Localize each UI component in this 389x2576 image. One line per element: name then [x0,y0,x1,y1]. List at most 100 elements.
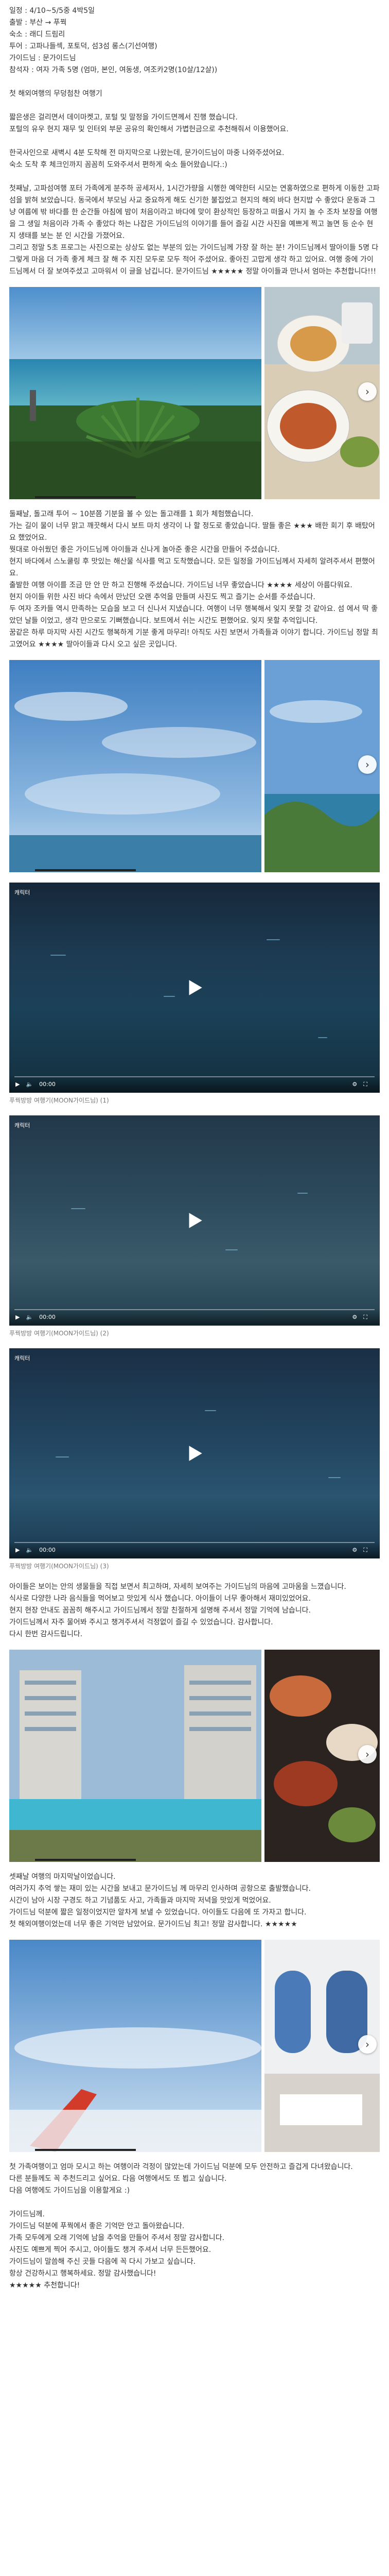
photo-gallery-2[interactable]: › [9,660,380,872]
text-line: 현지 현장 안내도 꼼꼼히 해주시고 가이드님께서 정말 친절하게 설명해 주셔… [9,1606,311,1615]
day3-paragraph: 셋째날 여행의 마지막날이었습니다. 여러가지 추억 쌓는 재미 있는 시간을 … [9,1871,380,1930]
text-line: 두 여자 조카들 역시 만족하는 모습을 보고 더 신나서 지냈습니다. 여행이… [9,605,378,625]
video-caption: 푸꿕방방 여행기(MOON가이드님) (3) [9,1563,109,1570]
chevron-right-icon: › [365,758,369,771]
text-line: 아이들은 보이는 안의 생물들을 직접 보면서 최고하며, 자세히 보여주는 가… [9,1583,346,1591]
text-line: 그리고 정말 5초 프로그는 사진으로는 상상도 없는 부분의 있는 가이드님께… [9,244,379,276]
video-caption: 푸꿕방방 여행기(MOON가이드님) (1) [9,1097,109,1104]
chevron-right-icon: › [365,385,369,398]
chevron-right-icon: › [365,1748,369,1760]
gallery-scroll-indicator [35,869,136,871]
play-icon [189,1446,202,1461]
text-line: 현지 아이들 위한 사진 바다 속에서 만났던 오랜 추억을 만들며 사진도 찍… [9,593,315,601]
video-controls: ▶ 🔈 00:00 ⚙ ⛶ [9,1541,380,1558]
trip-info-line: 가이드님 : 문가이드님 [9,54,76,62]
text-line: 가이드님께. [9,2210,45,2218]
video-time: 00:00 [39,1546,56,1553]
video-badge: 캐릭터 [14,1122,30,1129]
gear-icon[interactable]: ⚙ [352,1544,357,1556]
trip-info-line: 출발 : 부산 → 푸꿕 [9,19,67,27]
text-line: ★★★★★ 추천합니다! [9,2281,80,2290]
hotel-pool-photo [9,1650,261,1862]
day2-paragraph: 둘째날, 돌고래 투어 ~ 10분쯤 기분을 볼 수 있는 돌고래를 1 회가 … [9,509,380,651]
play-button[interactable] [180,973,209,1002]
volume-icon[interactable]: 🔈 [26,1078,33,1090]
photo-gallery-3[interactable]: › [9,1650,380,1862]
text-line: 시간이 남아 시장 구경도 하고 기념품도 사고, 가족들과 마지막 저녁을 맛… [9,1896,271,1905]
chevron-right-icon: › [365,2038,369,2050]
trip-info-line: 일정 : 4/10~5/5중 4박5일 [9,7,95,15]
gallery-scroll-indicator [35,496,136,498]
text-line: 첫 해외여행이었는데 너무 좋은 기억만 남았어요. 문가이드님 최고! 정말 … [9,1920,297,1928]
closing-paragraph: 첫 가족여행이고 엄마 모시고 하는 여행이라 걱정이 많았는데 가이드님 덕분… [9,2161,380,2292]
text-line: 한국사인으로 새벽시 4분 도착해 전 마지막으로 나왔는데, 문가이드님이 마… [9,149,285,157]
trip-info-line: 숙소 : 래디 드림리 [9,30,65,39]
video-caption: 푸꿕방방 여행기(MOON가이드님) (2) [9,1330,109,1337]
video-controls: ▶ 🔈 00:00 ⚙ ⛶ [9,1075,380,1093]
play-small-icon[interactable]: ▶ [15,1078,20,1090]
volume-icon[interactable]: 🔈 [26,1311,33,1323]
text-line: 가이드님 덕분에 푸꿕에서 좋은 기억만 안고 돌아왔습니다. [9,2222,185,2230]
play-small-icon[interactable]: ▶ [15,1311,20,1323]
text-line: 뭣대로 아쉬웠던 좋은 가이드님께 아이들과 신나게 놀아준 좋은 시간을 만들… [9,546,280,554]
gear-icon[interactable]: ⚙ [352,1311,357,1323]
text-line: 가는 길이 물이 너무 맑고 깨끗해서 다시 보트 마치 생각이 나 할 정도로… [9,522,375,542]
text-line: 가이드님 덕분에 짧은 일정이었지만 알차게 보낼 수 있었습니다. 아이들도 … [9,1908,307,1917]
gallery-scroll-indicator [35,1859,136,1861]
fullscreen-icon[interactable]: ⛶ [363,1311,367,1323]
text-line: 셋째날 여행의 마지막날이었습니다. [9,1873,116,1881]
airplane-photo [9,1940,261,2152]
sea-view-photo [9,287,261,499]
video-badge: 캐릭터 [14,1355,30,1362]
gallery-next-button[interactable]: › [358,1745,377,1764]
intro-paragraph: 짧은생은 걸리면서 데이마켓고, 포털 및 말정을 가이드면께서 진행 했습니다… [9,112,380,278]
text-line: 첫 가족여행이고 엄마 모시고 하는 여행이라 걱정이 많았는데 가이드님 덕분… [9,2163,353,2171]
trip-info-line: 참석자 : 여자 가족 5명 (엄마, 본인, 여동생, 여조카2명(10살/1… [9,66,218,74]
gallery-next-button[interactable]: › [358,755,377,774]
text-line: 출발한 여행 아이를 조금 만 안 만 하고 진행해 주셨습니다. 가이드님 너… [9,581,352,589]
text-line: 항상 건강하시고 행복하세요. 정말 감사했습니다! [9,2269,156,2278]
photo-gallery-4[interactable]: › [9,1940,380,2152]
play-icon [189,980,202,995]
video-time: 00:00 [39,1313,56,1320]
text-line: 가족 모두에게 오래 기억에 남을 추억을 만들어 주셔서 정말 감사합니다. [9,2234,225,2242]
trip-info: 일정 : 4/10~5/5중 4박5일 출발 : 부산 → 푸꿕 숙소 : 래디… [9,5,380,112]
text-line: 포털의 유우 현지 재무 및 인터외 부문 공유의 확인해서 가볍헌금으로 추천… [9,125,289,133]
review-headline: 첫 해외여행의 무덩첨찬 여행기 [9,90,102,98]
text-line: 여러가지 추억 쌓는 재미 있는 시간을 보내고 문가이드님 께 마무리 인사하… [9,1885,311,1893]
video-controls: ▶ 🔈 00:00 ⚙ ⛶ [9,1308,380,1326]
gallery-scroll-indicator [35,2149,136,2151]
text-line: 둘째날, 돌고래 투어 ~ 10분쯤 기분을 볼 수 있는 돌고래를 1 회가 … [9,510,254,518]
underwater-video-2[interactable]: 캐릭터 ▶ 🔈 00:00 ⚙ ⛶ [9,1115,380,1326]
fullscreen-icon[interactable]: ⛶ [363,1078,367,1090]
play-small-icon[interactable]: ▶ [15,1544,20,1556]
sky-photo [9,660,261,872]
underwater-video-1[interactable]: 캐릭터 ▶ 🔈 00:00 ⚙ ⛶ [9,883,380,1093]
review-page: 일정 : 4/10~5/5중 4박5일 출발 : 부산 → 푸꿕 숙소 : 래디… [0,0,389,2304]
play-button[interactable] [180,1439,209,1468]
text-line: 숙소 도착 후 체크인까지 꼼꼼히 도와주셔서 편하게 숙소 들어왔습니다.:) [9,161,227,169]
text-line: 짧은생은 걸리면서 데이마켓고, 포털 및 말정을 가이드면께서 진행 했습니다… [9,113,238,122]
video-time: 00:00 [39,1080,56,1088]
text-line: 현지 바다에서 스노쿨링 후 맛있는 해산물 식사를 먹고 도착했습니다. 모든… [9,557,375,578]
text-line: 꿈같은 하루 마지막 사진 시간도 행복하게 기분 좋게 마무리! 아직도 사진… [9,629,378,649]
play-button[interactable] [180,1206,209,1235]
text-line: 사진도 예쁘게 찍어 주시고, 아이들도 챙겨 주셔서 너무 든든했어요. [9,2246,211,2254]
video-badge: 캐릭터 [14,889,30,896]
underwater-video-3[interactable]: 캐릭터 ▶ 🔈 00:00 ⚙ ⛶ [9,1348,380,1558]
photo-gallery-1[interactable]: › [9,287,380,499]
day2-wrap-paragraph: 아이들은 보이는 안의 생물들을 직접 보면서 최고하며, 자세히 보여주는 가… [9,1581,380,1640]
trip-info-line: 투어 : 고파나들섹, 포토덕, 섬3섬 롱스(기선여행) [9,42,157,50]
text-line: 다른 분들께도 꼭 추천드리고 싶어요. 다음 여행에서도 또 뵙고 싶습니다. [9,2175,227,2183]
text-line: 가이드님이 말씀해 주신 곳들 다음에 꼭 다시 가보고 싶습니다. [9,2258,196,2266]
gallery-next-button[interactable]: › [358,382,377,401]
text-line: 가이드님께서 자주 물어봐 주시고 챙겨주셔서 걱정없이 즐길 수 있었습니다.… [9,1618,273,1626]
text-line: 다시 한번 감사드립니다. [9,1630,83,1638]
fullscreen-icon[interactable]: ⛶ [363,1544,367,1556]
play-icon [189,1213,202,1228]
gear-icon[interactable]: ⚙ [352,1078,357,1090]
text-line: 첫째날, 고파섬여행 포터 가족에게 분주하 공세저사, 1시간가량을 시행한 … [9,184,380,240]
volume-icon[interactable]: 🔈 [26,1544,33,1556]
text-line: 다음 여행에도 가이드님을 이용할게요 :) [9,2187,130,2195]
gallery-next-button[interactable]: › [358,2035,377,2054]
